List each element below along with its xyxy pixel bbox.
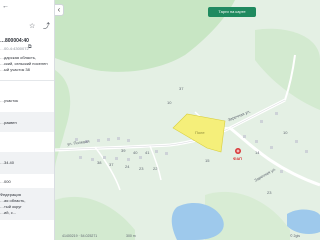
scale-label: 300 m	[126, 234, 136, 238]
house-number: 23	[139, 166, 144, 171]
house-number: 15	[205, 158, 210, 163]
house-number: 41	[145, 150, 150, 155]
house-number: 37	[109, 162, 114, 167]
type-value: …раквен	[0, 120, 17, 125]
house-number: 39	[121, 148, 126, 153]
collapse-panel-button[interactable]: ‹	[55, 4, 64, 16]
area-value: …000	[0, 179, 11, 184]
star-icon[interactable]: ☆	[29, 23, 35, 30]
fap-label: ФАП	[233, 156, 243, 161]
copy-icon[interactable]: ⧉	[28, 44, 32, 51]
owner-line: …ая область,	[0, 198, 26, 203]
house-number: 38	[97, 160, 102, 165]
house-number: 40	[133, 150, 138, 155]
forest-area	[255, 28, 320, 110]
map-canvas[interactable]	[55, 0, 320, 240]
chevron-left-icon: ‹	[57, 5, 61, 14]
house-number: 23	[267, 190, 272, 195]
house-number: 10	[283, 130, 288, 135]
house-number: 14	[255, 150, 260, 155]
lake	[287, 209, 320, 234]
cost-value: …34.40	[0, 160, 15, 165]
address-line: …ский, сельский поселен	[0, 61, 48, 66]
forest-area	[55, 70, 71, 170]
coordinates-readout: 41400219 · 54.025271	[62, 234, 98, 238]
owner-line: …ий, с...	[0, 210, 17, 215]
info-panel: ← ☆ ⤴ …800004:40 …00-4:4300072 ⧉ …дарска…	[0, 0, 55, 240]
back-arrow-icon[interactable]: ←	[2, 3, 9, 10]
road	[94, 146, 121, 191]
copyright-label: © 2gis	[290, 234, 300, 238]
address-line: …ый участок 38	[0, 67, 30, 72]
house-number: 22	[153, 166, 158, 171]
address-line: …дарская область,	[0, 55, 37, 60]
house-number: 24	[125, 164, 130, 169]
cadastral-number: …800004:40	[0, 38, 29, 44]
map-view[interactable]: ул. Полевая Заречная ул. Заречная ул. По…	[55, 0, 320, 240]
parcel-label: Поле	[195, 130, 205, 135]
owner-line: …тый округ	[0, 204, 22, 209]
house-number: 37	[179, 86, 184, 91]
house-number: 10	[167, 100, 172, 105]
divider	[0, 80, 54, 81]
cadastral-number-sub: …00-4:4300072	[0, 46, 29, 51]
owner-line: Федерация	[0, 192, 21, 197]
auctions-on-map-button[interactable]: Тарги на карте	[208, 7, 256, 17]
map-status-bar: 41400219 · 54.025271 300 m © 2gis	[62, 232, 320, 240]
category-value: …участок	[0, 98, 19, 103]
share-icon[interactable]: ⤴	[43, 23, 50, 30]
